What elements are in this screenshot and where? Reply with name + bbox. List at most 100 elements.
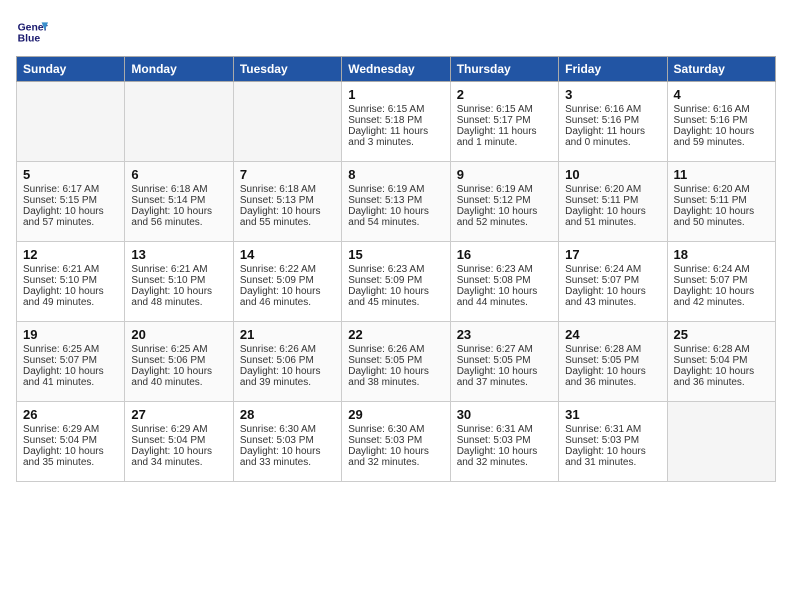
col-header-sunday: Sunday [17, 57, 125, 82]
col-header-saturday: Saturday [667, 57, 775, 82]
day-info: Sunrise: 6:25 AM [23, 344, 118, 355]
day-info: Sunrise: 6:18 AM [131, 184, 226, 195]
day-info: Daylight: 10 hours and 36 minutes. [674, 366, 769, 388]
day-info: Sunset: 5:03 PM [457, 435, 552, 446]
day-info: Daylight: 10 hours and 32 minutes. [457, 446, 552, 468]
day-info: Sunrise: 6:20 AM [674, 184, 769, 195]
day-info: Sunrise: 6:29 AM [23, 424, 118, 435]
day-info: Sunset: 5:05 PM [565, 355, 660, 366]
calendar-cell: 10Sunrise: 6:20 AMSunset: 5:11 PMDayligh… [559, 162, 667, 242]
calendar-cell: 19Sunrise: 6:25 AMSunset: 5:07 PMDayligh… [17, 322, 125, 402]
day-info: Sunrise: 6:23 AM [348, 264, 443, 275]
day-info: Daylight: 10 hours and 36 minutes. [565, 366, 660, 388]
calendar-cell: 11Sunrise: 6:20 AMSunset: 5:11 PMDayligh… [667, 162, 775, 242]
col-header-tuesday: Tuesday [233, 57, 341, 82]
calendar-cell: 31Sunrise: 6:31 AMSunset: 5:03 PMDayligh… [559, 402, 667, 482]
day-info: Daylight: 10 hours and 46 minutes. [240, 286, 335, 308]
day-info: Daylight: 10 hours and 57 minutes. [23, 206, 118, 228]
day-number: 27 [131, 407, 226, 422]
day-number: 10 [565, 167, 660, 182]
day-info: Daylight: 10 hours and 59 minutes. [674, 126, 769, 148]
day-number: 19 [23, 327, 118, 342]
day-info: Sunrise: 6:21 AM [23, 264, 118, 275]
day-info: Sunset: 5:12 PM [457, 195, 552, 206]
calendar-cell: 14 Sunrise: 6:22 AMSunset: 5:09 PMDayligh… [233, 242, 341, 322]
day-info: Sunrise: 6:25 AM [131, 344, 226, 355]
day-info: Sunset: 5:11 PM [565, 195, 660, 206]
day-number: 12 [23, 247, 118, 262]
calendar-cell: 7Sunrise: 6:18 AMSunset: 5:13 PMDaylight… [233, 162, 341, 242]
day-number: 6 [131, 167, 226, 182]
calendar-cell: 4Sunrise: 6:16 AMSunset: 5:16 PMDaylight… [667, 82, 775, 162]
col-header-thursday: Thursday [450, 57, 558, 82]
day-info: Sunrise: 6:31 AM [565, 424, 660, 435]
day-info: Daylight: 10 hours and 43 minutes. [565, 286, 660, 308]
day-info: Sunrise: 6:24 AM [674, 264, 769, 275]
calendar-cell: 30 Sunrise: 6:31 AMSunset: 5:03 PMDayligh… [450, 402, 558, 482]
day-number: 30 [457, 407, 552, 422]
day-info: Sunset: 5:17 PM [457, 115, 552, 126]
calendar-cell: 1Sunrise: 6:15 AMSunset: 5:18 PMDaylight… [342, 82, 450, 162]
calendar-week-4: 19Sunrise: 6:25 AMSunset: 5:07 PMDayligh… [17, 322, 776, 402]
day-info: Sunset: 5:09 PM [348, 275, 443, 286]
day-info: Daylight: 10 hours and 44 minutes. [457, 286, 552, 308]
day-info: Sunrise: 6:18 AM [240, 184, 335, 195]
day-info: Sunset: 5:03 PM [348, 435, 443, 446]
day-info: Sunrise: 6:24 AM [565, 264, 660, 275]
day-number: 5 [23, 167, 118, 182]
day-info: Sunrise: 6:20 AM [565, 184, 660, 195]
logo-icon: General Blue [16, 16, 48, 48]
day-info: Sunrise: 6:26 AM [240, 344, 335, 355]
day-info: Daylight: 10 hours and 50 minutes. [674, 206, 769, 228]
day-info: Daylight: 10 hours and 33 minutes. [240, 446, 335, 468]
day-info: Sunset: 5:03 PM [240, 435, 335, 446]
day-info: Daylight: 10 hours and 49 minutes. [23, 286, 118, 308]
day-number: 25 [674, 327, 769, 342]
day-number: 28 [240, 407, 335, 422]
day-info: Sunset: 5:14 PM [131, 195, 226, 206]
day-info: Sunrise: 6:17 AM [23, 184, 118, 195]
calendar-cell: 26Sunrise: 6:29 AMSunset: 5:04 PMDayligh… [17, 402, 125, 482]
day-number: 14 [240, 247, 335, 262]
logo: General Blue [16, 16, 48, 48]
day-info: Sunrise: 6:15 AM [457, 104, 552, 115]
day-number: 24 [565, 327, 660, 342]
calendar-cell: 3Sunrise: 6:16 AMSunset: 5:16 PMDaylight… [559, 82, 667, 162]
page-header: General Blue [16, 16, 776, 48]
day-info: Daylight: 10 hours and 45 minutes. [348, 286, 443, 308]
day-info: Sunrise: 6:22 AM [240, 264, 335, 275]
day-number: 13 [131, 247, 226, 262]
day-info: Sunset: 5:07 PM [565, 275, 660, 286]
day-number: 21 [240, 327, 335, 342]
col-header-wednesday: Wednesday [342, 57, 450, 82]
calendar-cell: 18Sunrise: 6:24 AMSunset: 5:07 PMDayligh… [667, 242, 775, 322]
day-info: Sunset: 5:06 PM [131, 355, 226, 366]
day-info: Daylight: 11 hours and 1 minute. [457, 126, 552, 148]
day-info: Sunrise: 6:27 AM [457, 344, 552, 355]
day-info: Sunrise: 6:16 AM [565, 104, 660, 115]
day-number: 1 [348, 87, 443, 102]
day-info: Sunset: 5:03 PM [565, 435, 660, 446]
day-info: Sunset: 5:09 PM [240, 275, 335, 286]
day-info: Daylight: 10 hours and 42 minutes. [674, 286, 769, 308]
day-info: Sunset: 5:04 PM [23, 435, 118, 446]
day-info: Sunset: 5:07 PM [674, 275, 769, 286]
calendar-cell: 13Sunrise: 6:21 AMSunset: 5:10 PMDayligh… [125, 242, 233, 322]
day-info: Daylight: 10 hours and 52 minutes. [457, 206, 552, 228]
day-info: Sunset: 5:05 PM [348, 355, 443, 366]
day-info: Sunrise: 6:16 AM [674, 104, 769, 115]
day-info: Sunrise: 6:30 AM [348, 424, 443, 435]
day-number: 7 [240, 167, 335, 182]
day-info: Daylight: 10 hours and 41 minutes. [23, 366, 118, 388]
day-info: Sunset: 5:04 PM [131, 435, 226, 446]
calendar-cell [125, 82, 233, 162]
calendar-cell: 16Sunrise: 6:23 AMSunset: 5:08 PMDayligh… [450, 242, 558, 322]
day-number: 17 [565, 247, 660, 262]
day-info: Sunrise: 6:26 AM [348, 344, 443, 355]
calendar-cell: 9Sunrise: 6:19 AMSunset: 5:12 PMDaylight… [450, 162, 558, 242]
day-info: Sunrise: 6:31 AM [457, 424, 552, 435]
calendar-week-5: 26Sunrise: 6:29 AMSunset: 5:04 PMDayligh… [17, 402, 776, 482]
day-info: Sunset: 5:13 PM [348, 195, 443, 206]
day-number: 31 [565, 407, 660, 422]
day-info: Sunrise: 6:29 AM [131, 424, 226, 435]
